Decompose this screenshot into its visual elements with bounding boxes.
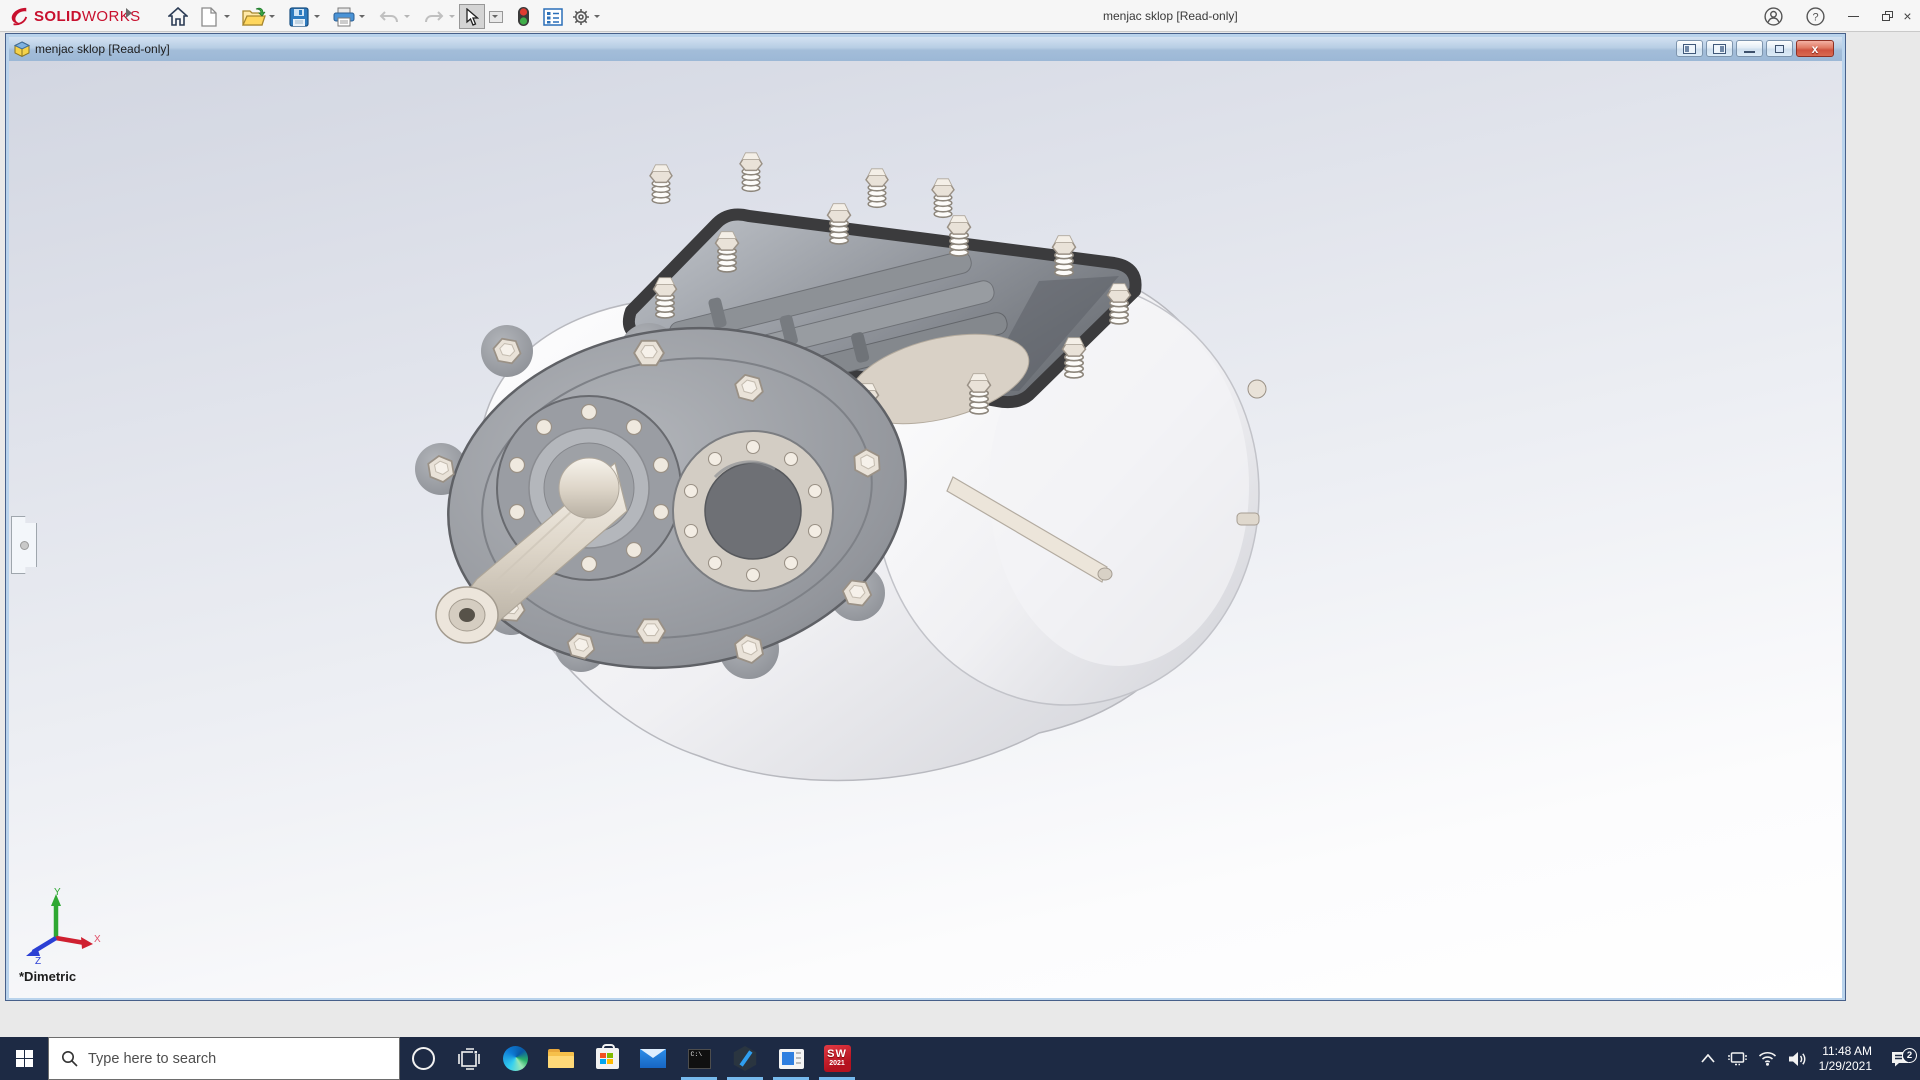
tray-chevron-up[interactable] <box>1693 1054 1723 1063</box>
windows-taskbar: C:\ SW 2021 11:48 AM 1/29/2021 <box>0 1037 1920 1080</box>
graphics-viewport[interactable]: Y X Z *Dimetric <box>9 61 1842 998</box>
properties-button[interactable] <box>540 4 566 29</box>
tray-time: 11:48 AM <box>1822 1043 1872 1058</box>
svg-text:Y: Y <box>54 887 61 898</box>
mail-button[interactable] <box>630 1037 676 1080</box>
store-icon <box>595 1044 619 1069</box>
home-button[interactable] <box>165 4 191 29</box>
interference-detection-icon[interactable] <box>510 4 536 29</box>
orientation-triad: Y X Z <box>26 887 101 966</box>
app-titlebar: SOLIDWORKS menjac sklop [Read-only] ? × <box>0 0 1920 32</box>
task-view-button[interactable] <box>446 1037 492 1080</box>
command-prompt-icon: C:\ <box>687 1048 711 1069</box>
task-view-icon <box>458 1047 480 1070</box>
document-title: menjac sklop [Read-only] <box>35 42 170 56</box>
new-document-button[interactable] <box>196 4 222 29</box>
svg-text:X: X <box>94 934 101 945</box>
windows-logo-icon <box>15 1050 33 1067</box>
solidworks-icon: SW 2021 <box>823 1045 851 1072</box>
search-input[interactable] <box>88 1050 358 1067</box>
notification-count-badge: 2 <box>1902 1047 1917 1063</box>
volume-icon[interactable] <box>1783 1051 1813 1067</box>
select-tool-dropdown[interactable] <box>489 11 503 23</box>
start-button[interactable] <box>0 1037 48 1080</box>
taskbar-search[interactable] <box>48 1037 400 1080</box>
options-dropdown[interactable] <box>592 12 602 22</box>
svg-text:?: ? <box>1812 11 1818 23</box>
edge-icon <box>502 1046 528 1071</box>
assembly-document-icon <box>13 40 31 57</box>
open-dropdown[interactable] <box>267 12 277 22</box>
redo-dropdown[interactable] <box>447 12 457 22</box>
save-dropdown[interactable] <box>312 12 322 22</box>
new-document-dropdown[interactable] <box>222 12 232 22</box>
edge-button[interactable] <box>492 1037 538 1080</box>
gearbox-model[interactable] <box>409 141 1329 841</box>
doc-restore-button[interactable] <box>1766 40 1793 57</box>
command-prompt-button[interactable]: C:\ <box>676 1037 722 1080</box>
view-orientation-label: *Dimetric <box>19 969 77 984</box>
svg-text:Z: Z <box>35 956 41 966</box>
save-button[interactable] <box>286 4 312 29</box>
app-title: menjac sklop [Read-only] <box>1103 9 1238 23</box>
file-explorer-icon <box>548 1049 574 1068</box>
media-app-icon <box>778 1048 804 1069</box>
redo-button[interactable] <box>421 4 447 29</box>
help-icon[interactable]: ? <box>1800 4 1830 28</box>
minimize-button[interactable] <box>1838 4 1868 28</box>
search-icon <box>62 1051 78 1067</box>
wifi-icon[interactable] <box>1753 1051 1783 1066</box>
tray-date: 1/29/2021 <box>1818 1058 1872 1073</box>
ds-logo-icon <box>11 7 28 26</box>
document-window: menjac sklop [Read-only] x Y X Z *Dimetr… <box>5 33 1846 1001</box>
print-button[interactable] <box>331 4 357 29</box>
microsoft-store-button[interactable] <box>584 1037 630 1080</box>
options-gear-button[interactable] <box>568 4 594 29</box>
hexagon-app-icon <box>733 1046 757 1071</box>
tray-clock[interactable]: 11:48 AM 1/29/2021 <box>1819 1044 1872 1074</box>
undo-button[interactable] <box>376 4 402 29</box>
open-button[interactable] <box>241 4 267 29</box>
print-dropdown[interactable] <box>357 12 367 22</box>
account-icon[interactable] <box>1758 4 1788 28</box>
file-explorer-button[interactable] <box>538 1037 584 1080</box>
show-feature-pane-button[interactable] <box>1676 40 1703 57</box>
media-app-button[interactable] <box>768 1037 814 1080</box>
brand-flyout-arrow[interactable] <box>126 8 132 18</box>
show-display-pane-button[interactable] <box>1706 40 1733 57</box>
document-titlebar[interactable]: menjac sklop [Read-only] x <box>9 37 1842 61</box>
mail-icon <box>640 1049 666 1068</box>
cast-icon[interactable] <box>1723 1051 1753 1066</box>
solidworks-2021-button[interactable]: SW 2021 <box>814 1037 860 1080</box>
cortana-icon <box>411 1047 435 1070</box>
cortana-button[interactable] <box>400 1037 446 1080</box>
doc-minimize-button[interactable] <box>1736 40 1763 57</box>
action-center-button[interactable]: 2 <box>1880 1047 1920 1068</box>
undo-dropdown[interactable] <box>402 12 412 22</box>
close-button[interactable]: × <box>1895 4 1920 28</box>
feature-pane-collapse-tab[interactable] <box>11 516 37 574</box>
select-tool-button[interactable] <box>459 4 485 29</box>
hexagon-app-button[interactable] <box>722 1037 768 1080</box>
doc-close-button[interactable]: x <box>1796 40 1834 57</box>
brand-text: SOLIDWORKS <box>34 7 141 25</box>
solidworks-logo: SOLIDWORKS <box>8 6 141 26</box>
